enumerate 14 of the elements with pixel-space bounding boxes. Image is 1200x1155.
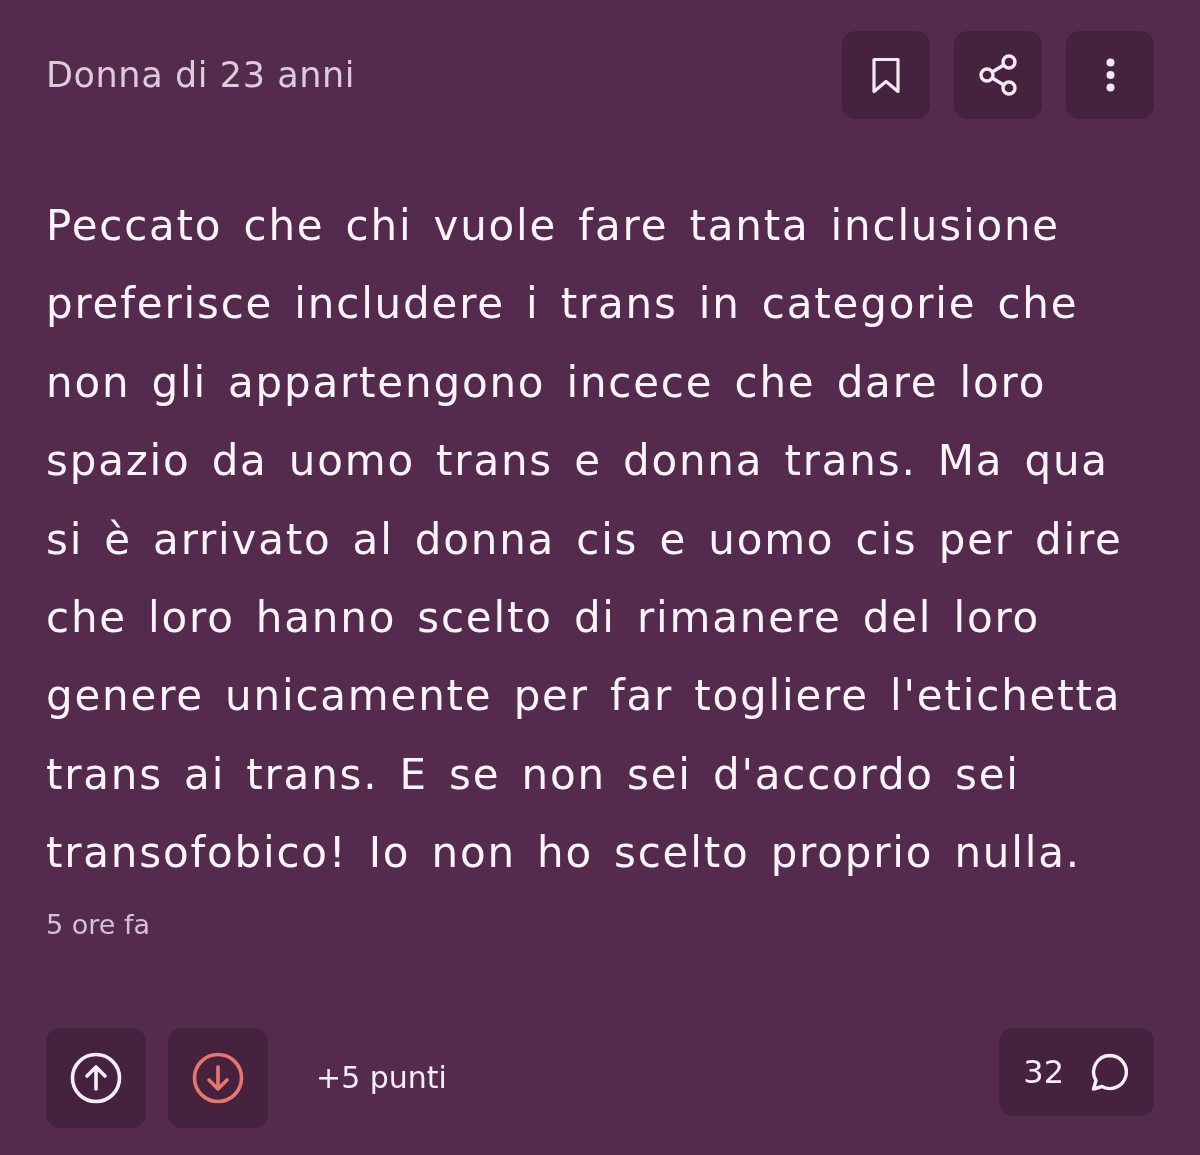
speech-bubble-icon (1090, 1051, 1130, 1092)
share-button[interactable] (954, 31, 1042, 119)
post-text: Peccato che chi vuole fare tanta inclusione preferisce includere i trans in categorie che non gli appartengono incece che dare loro spazio da uomo trans e donna trans. Ma qua si è arrivato al donna cis e uomo cis per dire che loro hanno scelto di rimanere del loro genere unicamente per far togliere l'etichetta trans ai trans. E se non sei d'accordo sei transofobico! Io non ho scelto proprio nulla. (46, 200, 1124, 880)
bookmark-icon (871, 56, 901, 94)
share-icon (977, 54, 1019, 96)
upvote-button[interactable] (46, 1027, 146, 1128)
author-label: Donna di 23 anni (46, 55, 356, 95)
points-label: +5 punti (316, 1060, 447, 1096)
bookmark-button[interactable] (842, 31, 930, 119)
more-icon (1105, 58, 1115, 92)
timestamp: 5 ore fa (46, 908, 152, 940)
more-button[interactable] (1066, 31, 1154, 119)
comments-button[interactable]: 32 (999, 1027, 1154, 1116)
downvote-button[interactable] (168, 1027, 268, 1128)
